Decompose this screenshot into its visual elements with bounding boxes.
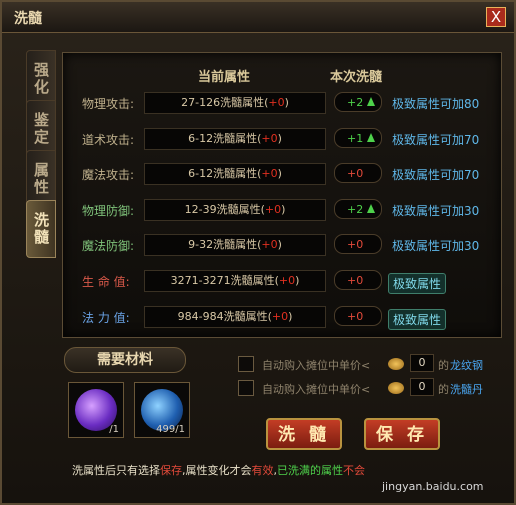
auto-buy-text-1: 自动购入摊位中单价< bbox=[262, 359, 371, 372]
attr-current-value: 27-126洗髓属性(+0) bbox=[144, 92, 326, 114]
max-attr-hint: 极致属性可加70 bbox=[392, 133, 480, 147]
up-arrow-icon bbox=[367, 204, 375, 213]
auto-buy-checkbox-2[interactable] bbox=[238, 380, 254, 396]
attr-change-value: +1 bbox=[347, 132, 364, 145]
attr-value-text: 27-126洗髓属性( bbox=[181, 96, 269, 109]
attr-change-value: +0 bbox=[347, 238, 364, 251]
attr-label: 生 命 值: bbox=[82, 275, 130, 289]
attr-bonus: +0 bbox=[278, 274, 296, 287]
attr-bonus: +0 bbox=[264, 203, 282, 216]
max-attr-badge: 极致属性 bbox=[388, 273, 447, 294]
notice-part-6: 已洗满的属性 bbox=[277, 464, 343, 477]
notice-part-3: ,属性变化才会 bbox=[182, 464, 252, 477]
watermark: jingyan.baidu.com bbox=[382, 480, 484, 493]
attr-change: +0 bbox=[334, 306, 382, 326]
attr-value-text: 6-12洗髓属性( bbox=[188, 132, 262, 145]
this-refine-header: 本次洗髓 bbox=[330, 70, 383, 85]
attr-label: 法 力 值: bbox=[82, 311, 130, 325]
attr-label: 魔法防御: bbox=[82, 239, 135, 253]
attr-change: +0 bbox=[334, 163, 382, 183]
material-slot-1[interactable]: /1 bbox=[68, 382, 124, 438]
tab-refine[interactable]: 洗髓 bbox=[26, 200, 56, 258]
attr-current-value: 984-984洗髓属性(+0) bbox=[144, 306, 326, 328]
up-arrow-icon bbox=[367, 97, 375, 106]
attr-bonus: +0 bbox=[261, 132, 278, 145]
refine-button[interactable]: 洗 髓 bbox=[266, 418, 342, 450]
max-attr-hint: 极致属性可加30 bbox=[392, 204, 480, 218]
attr-change-value: +0 bbox=[347, 274, 364, 287]
attr-current-value: 3271-3271洗髓属性(+0) bbox=[144, 270, 326, 292]
up-arrow-icon bbox=[367, 133, 375, 142]
notice-part-4: 有效 bbox=[251, 464, 274, 477]
auto-buy-price-1[interactable]: 0 bbox=[410, 354, 434, 372]
current-attr-header: 当前属性 bbox=[198, 70, 251, 85]
attr-change-value: +2 bbox=[347, 96, 364, 109]
attr-current-value: 6-12洗髓属性(+0) bbox=[144, 128, 326, 150]
auto-buy-item-2: 洗髓丹 bbox=[450, 383, 483, 396]
attr-value-text: 9-32洗髓属性( bbox=[188, 238, 262, 251]
attr-bonus: +0 bbox=[261, 167, 278, 180]
notice-part-7: 不会 bbox=[343, 464, 365, 477]
attr-change: +1 bbox=[334, 128, 382, 148]
attr-value-text: 6-12洗髓属性( bbox=[188, 167, 262, 180]
max-attr-badge: 极致属性 bbox=[388, 309, 447, 330]
auto-buy-unit-1: 的 bbox=[438, 359, 449, 372]
attr-current-value: 9-32洗髓属性(+0) bbox=[144, 234, 326, 256]
materials-header: 需要材料 bbox=[64, 347, 186, 373]
attr-change: +0 bbox=[334, 234, 382, 254]
attr-value-text: 12-39洗髓属性( bbox=[184, 203, 265, 216]
attr-label: 物理防御: bbox=[82, 204, 135, 218]
auto-buy-checkbox-1[interactable] bbox=[238, 356, 254, 372]
attr-current-value: 6-12洗髓属性(+0) bbox=[144, 163, 326, 185]
attr-label: 物理攻击: bbox=[82, 97, 135, 111]
gold-coin-icon bbox=[388, 382, 404, 394]
attr-change-value: +2 bbox=[347, 203, 364, 216]
attr-bonus: +0 bbox=[268, 96, 285, 109]
close-button[interactable]: X bbox=[486, 7, 506, 27]
auto-buy-unit-2: 的 bbox=[438, 383, 449, 396]
window-title: 洗髓 bbox=[14, 11, 42, 27]
attr-change: +0 bbox=[334, 270, 382, 290]
refine-window: 洗髓 X 强化 鉴定 属性 洗髓 当前属性 本次洗髓 物理攻击: 27-126洗髓… bbox=[0, 0, 516, 505]
max-attr-hint: 极致属性可加80 bbox=[392, 97, 480, 111]
notice-part-1: 洗属性后只有选择 bbox=[72, 464, 160, 477]
max-attr-hint: 极致属性可加30 bbox=[392, 239, 480, 253]
max-attr-hint: 极致属性可加70 bbox=[392, 168, 480, 182]
attr-value-text: 3271-3271洗髓属性( bbox=[170, 274, 279, 287]
attr-label: 道术攻击: bbox=[82, 133, 135, 147]
attr-change: +2 bbox=[334, 199, 382, 219]
notice-text: 洗属性后只有选择保存,属性变化才会有效,已洗满的属性不会 bbox=[72, 462, 365, 478]
material-slot-2[interactable]: 499/1 bbox=[134, 382, 190, 438]
attr-change: +2 bbox=[334, 92, 382, 112]
gold-coin-icon bbox=[388, 358, 404, 370]
material-count-1: /1 bbox=[109, 424, 119, 435]
attr-current-value: 12-39洗髓属性(+0) bbox=[144, 199, 326, 221]
auto-buy-item-1: 龙纹钢 bbox=[450, 359, 483, 372]
attr-value-text: 984-984洗髓属性( bbox=[177, 310, 272, 323]
attr-label: 魔法攻击: bbox=[82, 168, 135, 182]
title-bar[interactable]: 洗髓 X bbox=[2, 2, 514, 33]
auto-buy-text-2: 自动购入摊位中单价< bbox=[262, 383, 371, 396]
attr-change-value: +0 bbox=[347, 167, 364, 180]
material-count-2: 499/1 bbox=[156, 424, 185, 435]
attr-change-value: +0 bbox=[347, 310, 364, 323]
save-button[interactable]: 保 存 bbox=[364, 418, 440, 450]
attr-bonus: +0 bbox=[261, 238, 278, 251]
auto-buy-price-2[interactable]: 0 bbox=[410, 378, 434, 396]
notice-part-2: 保存 bbox=[160, 464, 182, 477]
attr-bonus: +0 bbox=[271, 310, 289, 323]
